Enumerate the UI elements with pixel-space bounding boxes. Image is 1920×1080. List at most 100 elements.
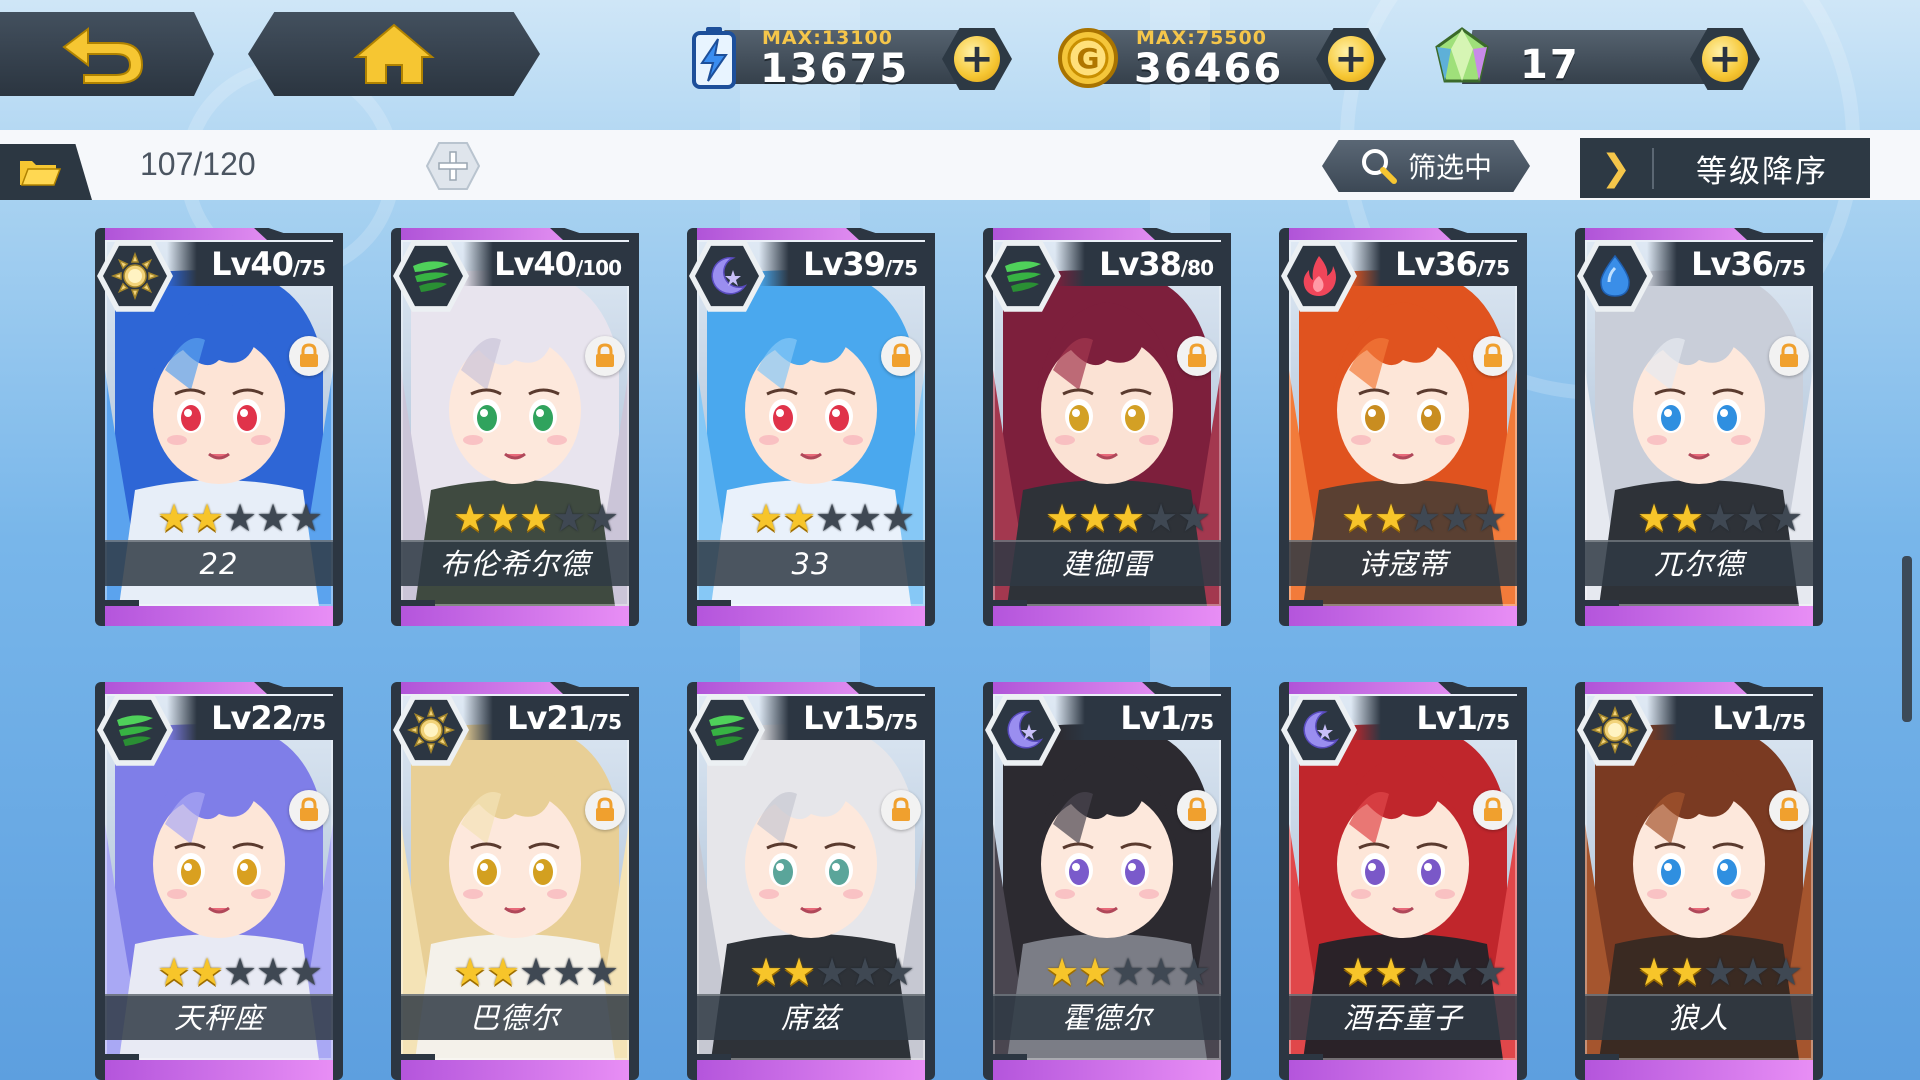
star-empty-icon: ★ [881, 496, 916, 540]
card-footer [993, 1054, 1221, 1080]
lock-button[interactable] [881, 790, 921, 830]
lock-button[interactable] [289, 790, 329, 830]
level-value: Lv22 [211, 699, 294, 737]
star-filled-icon: ★ [782, 496, 817, 540]
character-card[interactable]: Lv21/75 ★ ★ ★ ★ ★ 巴德尔 [391, 682, 639, 1080]
card-footer [1585, 1054, 1813, 1080]
character-card[interactable]: Lv38/80 ★ ★ ★ ★ ★ 建御雷 [983, 228, 1231, 626]
character-card[interactable]: Lv36/75 ★ ★ ★ ★ ★ 兀尔德 [1575, 228, 1823, 626]
star-filled-icon: ★ [157, 950, 192, 994]
character-name: 诗寇蒂 [1289, 540, 1517, 586]
star-filled-icon: ★ [1045, 950, 1080, 994]
level-value: Lv1 [1416, 699, 1478, 737]
star-empty-icon: ★ [1769, 950, 1804, 994]
sort-button[interactable]: ❯ 等级降序 [1580, 138, 1870, 198]
star-empty-icon: ★ [881, 950, 916, 994]
star-filled-icon: ★ [1637, 950, 1672, 994]
card-footer [1289, 600, 1517, 626]
star-rating: ★ ★ ★ ★ ★ [157, 950, 324, 994]
level-label: Lv36/75 [1351, 242, 1517, 286]
lock-button[interactable] [1769, 336, 1809, 376]
star-empty-icon: ★ [1769, 496, 1804, 540]
lock-button[interactable] [1473, 336, 1513, 376]
lock-button[interactable] [1177, 790, 1217, 830]
star-filled-icon: ★ [519, 496, 554, 540]
character-card[interactable]: Lv40/100 ★ ★ ★ ★ ★ 布伦希尔德 [391, 228, 639, 626]
card-rarity-tab [993, 228, 1155, 240]
character-card[interactable]: Lv1/75 ★ ★ ★ ★ ★ 酒吞童子 [1279, 682, 1527, 1080]
plus-icon: + [1702, 36, 1748, 82]
character-card[interactable]: Lv22/75 ★ ★ ★ ★ ★ 天秤座 [95, 682, 343, 1080]
level-value: Lv1 [1120, 699, 1182, 737]
lock-button[interactable] [1177, 336, 1217, 376]
filter-label: 筛选中 [1407, 151, 1492, 184]
card-footer [105, 600, 333, 626]
star-filled-icon: ★ [1374, 496, 1409, 540]
level-cap: /75 [1772, 710, 1806, 734]
sort-label: 等级降序 [1696, 153, 1828, 190]
star-empty-icon: ★ [585, 496, 620, 540]
lock-icon [892, 797, 910, 821]
character-card[interactable]: Lv36/75 ★ ★ ★ ★ ★ 诗寇蒂 [1279, 228, 1527, 626]
folder-button[interactable] [0, 144, 92, 200]
character-card[interactable]: Lv1/75 ★ ★ ★ ★ ★ 霍德尔 [983, 682, 1231, 1080]
lock-button[interactable] [289, 336, 329, 376]
star-filled-icon: ★ [1341, 950, 1376, 994]
level-cap: /75 [884, 710, 918, 734]
gem-resource: 17 + [1424, 22, 1760, 92]
lock-icon [1780, 343, 1798, 367]
star-empty-icon: ★ [848, 950, 883, 994]
star-empty-icon: ★ [256, 496, 291, 540]
star-empty-icon: ★ [1144, 950, 1179, 994]
level-label: Lv21/75 [463, 696, 629, 740]
star-rating: ★ ★ ★ ★ ★ [1341, 950, 1507, 994]
character-card[interactable]: Lv15/75 ★ ★ ★ ★ ★ 席兹 [687, 682, 935, 1080]
star-filled-icon: ★ [1341, 496, 1376, 540]
lock-button[interactable] [881, 336, 921, 376]
gold-coin-icon: G [1050, 20, 1126, 96]
character-card[interactable]: Lv40/75 ★ ★ ★ ★ ★ 22 [95, 228, 343, 626]
character-card[interactable]: Lv1/75 ★ ★ ★ ★ ★ 狼人 [1575, 682, 1823, 1080]
lock-button[interactable] [1473, 790, 1513, 830]
card-rarity-tab [697, 682, 859, 694]
lock-button[interactable] [585, 790, 625, 830]
card-rarity-tab [1585, 682, 1747, 694]
home-button[interactable] [248, 12, 540, 96]
star-empty-icon: ★ [289, 496, 324, 540]
star-rating: ★ ★ ★ ★ ★ [1637, 950, 1804, 994]
star-filled-icon: ★ [749, 950, 784, 994]
lock-icon [1188, 343, 1206, 367]
character-name: 兀尔德 [1585, 540, 1813, 586]
search-icon [1361, 149, 1397, 184]
card-rarity-tab [1289, 682, 1451, 694]
star-empty-icon: ★ [1144, 496, 1179, 540]
card-rarity-tab [105, 228, 267, 240]
filter-button[interactable]: 筛选中 [1322, 140, 1530, 192]
grid-scrollbar[interactable] [1902, 556, 1912, 722]
level-cap: /75 [1772, 256, 1806, 280]
back-arrow-icon [62, 27, 144, 84]
level-label: Lv1/75 [1055, 696, 1221, 740]
character-card[interactable]: Lv39/75 ★ ★ ★ ★ ★ 33 [687, 228, 935, 626]
star-empty-icon: ★ [223, 496, 258, 540]
star-filled-icon: ★ [1374, 950, 1409, 994]
star-rating: ★ ★ ★ ★ ★ [1045, 950, 1211, 994]
top-bar: MAX:13100 13675 + G MAX:75500 36466 + 17… [0, 0, 1920, 110]
expand-slots-button[interactable] [424, 140, 482, 192]
star-empty-icon: ★ [289, 950, 324, 994]
level-label: Lv40/100 [463, 242, 629, 286]
level-value: Lv38 [1099, 245, 1182, 283]
level-cap: /75 [884, 256, 918, 280]
lock-button[interactable] [1769, 790, 1809, 830]
character-name: 布伦希尔德 [401, 540, 629, 586]
star-filled-icon: ★ [1111, 496, 1146, 540]
star-filled-icon: ★ [1045, 496, 1080, 540]
character-grid: Lv40/75 ★ ★ ★ ★ ★ 22 Lv40/100 ★ ★ ★ ★ ★ 布伦希尔德 Lv39/75 ★… [95, 228, 1835, 1080]
lock-button[interactable] [585, 336, 625, 376]
back-button[interactable] [0, 12, 214, 96]
star-empty-icon: ★ [1111, 950, 1146, 994]
lock-icon [892, 343, 910, 367]
card-footer [401, 1054, 629, 1080]
card-rarity-tab [1289, 228, 1451, 240]
character-name: 33 [697, 540, 925, 586]
